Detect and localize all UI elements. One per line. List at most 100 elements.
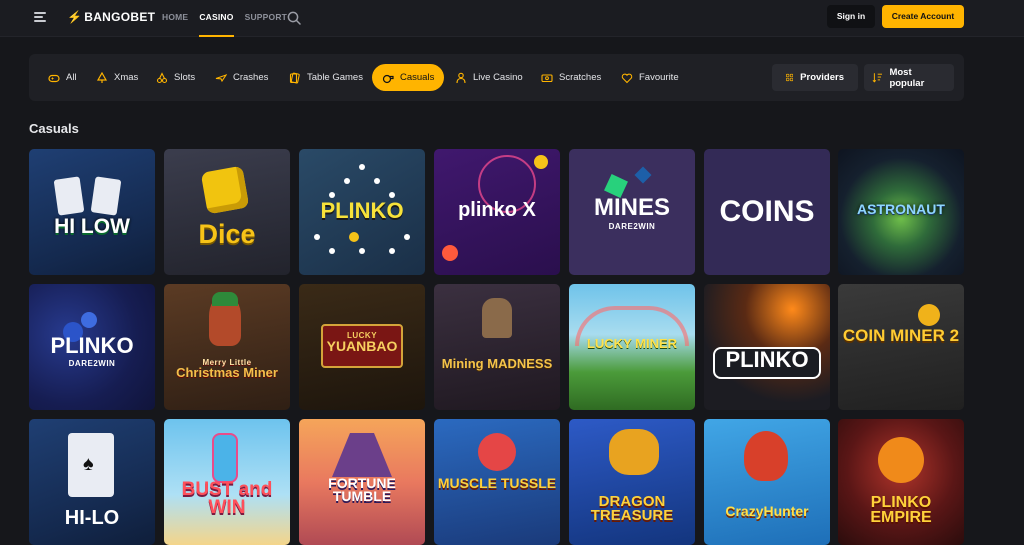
game-title: COIN MINER 2 bbox=[842, 326, 960, 345]
create-account-button[interactable]: Create Account bbox=[882, 5, 964, 28]
game-tile-mining-madness[interactable]: Mining MADNESS bbox=[434, 284, 560, 410]
section-title: Casuals bbox=[29, 121, 79, 136]
game-title: Merry Little Christmas Miner bbox=[176, 358, 278, 380]
category-bar: All Xmas Slots Crashes Table Games Casua… bbox=[29, 54, 964, 101]
coin bbox=[534, 155, 548, 169]
game-tile-plinko-dare2win[interactable]: PLINKO DARE2WIN bbox=[29, 284, 155, 410]
basketball bbox=[878, 437, 924, 483]
dice-cube bbox=[200, 165, 250, 215]
game-title: HI-LO bbox=[64, 507, 120, 529]
game-title: ASTRONAUT bbox=[857, 201, 945, 217]
game-tile-lucky-miner[interactable]: LUCKY MINER bbox=[569, 284, 695, 410]
providers-button[interactable]: Providers bbox=[772, 64, 858, 91]
game-tile-bust-and-win[interactable]: BUST and WIN bbox=[164, 419, 290, 545]
bolt-icon: ⚡ bbox=[67, 10, 83, 24]
providers-label: Providers bbox=[800, 72, 844, 83]
nav-home[interactable]: HOME bbox=[162, 0, 188, 37]
tree-icon bbox=[96, 71, 108, 83]
gem bbox=[634, 166, 652, 184]
search-icon[interactable] bbox=[287, 11, 301, 25]
game-title: LUCKY MINER bbox=[586, 336, 678, 351]
category-all[interactable]: All bbox=[38, 64, 87, 91]
game-tile-crazy-hunter[interactable]: CrazyHunter bbox=[704, 419, 830, 545]
game-title: FORTUNE TUMBLE bbox=[328, 475, 396, 505]
game-tile-plinko-x[interactable]: plinko X bbox=[434, 149, 560, 275]
dragon bbox=[609, 429, 659, 475]
category-label: Favourite bbox=[639, 72, 679, 83]
grid-icon bbox=[786, 73, 794, 82]
game-title: LUCKY YUANBAO bbox=[326, 331, 398, 354]
category-label: Casuals bbox=[400, 72, 435, 83]
game-title: PLINKO bbox=[320, 198, 404, 223]
spade-icon: ♠ bbox=[83, 453, 94, 475]
game-title: CrazyHunter bbox=[725, 503, 809, 519]
game-tile-dice[interactable]: Dice bbox=[164, 149, 290, 275]
game-tile-hi-lo[interactable]: ♠ HI-LO bbox=[29, 419, 155, 545]
card-jack bbox=[90, 176, 122, 216]
card-king bbox=[53, 176, 85, 216]
nav-support[interactable]: SUPPORT bbox=[245, 0, 288, 37]
cards-icon bbox=[289, 72, 300, 83]
game-tile-dragon-treasure[interactable]: DRAGON TREASURE bbox=[569, 419, 695, 545]
game-title: MUSCLE TUSSLE bbox=[437, 475, 557, 491]
category-crashes[interactable]: Crashes bbox=[205, 64, 278, 91]
logo[interactable]: ⚡ BANGOBET bbox=[67, 10, 155, 24]
game-tile-mines[interactable]: MINES DARE2WIN bbox=[569, 149, 695, 275]
category-live-casino[interactable]: Live Casino bbox=[445, 64, 533, 91]
category-slots[interactable]: Slots bbox=[146, 64, 205, 91]
hunter-figure bbox=[744, 431, 788, 481]
gamepad-icon bbox=[48, 74, 60, 82]
dealer-icon bbox=[456, 72, 466, 83]
category-label: Scratches bbox=[559, 72, 602, 83]
plane-icon bbox=[215, 73, 227, 82]
game-tile-plinko-2[interactable]: PLINKO bbox=[704, 284, 830, 410]
game-title: HI LOW bbox=[54, 215, 130, 238]
category-favourite[interactable]: Favourite bbox=[611, 64, 689, 91]
game-tile-coins[interactable]: COINS bbox=[704, 149, 830, 275]
top-header: ⚡ BANGOBET HOME CASINO SUPPORT Sign in C… bbox=[0, 0, 1024, 37]
category-scratches[interactable]: Scratches bbox=[531, 64, 611, 91]
game-subtitle: DARE2WIN bbox=[608, 221, 656, 231]
game-tile-hi-low[interactable]: HI LOW bbox=[29, 149, 155, 275]
game-title: plinko X bbox=[458, 199, 536, 221]
game-tile-muscle-tussle[interactable]: MUSCLE TUSSLE bbox=[434, 419, 560, 545]
game-title: PLINKO DARE2WIN bbox=[50, 333, 134, 368]
category-table-games[interactable]: Table Games bbox=[279, 64, 373, 91]
game-tile-lucky-yuanbao[interactable]: LUCKY YUANBAO bbox=[299, 284, 425, 410]
logo-text: BANGOBET bbox=[84, 10, 156, 24]
game-tile-coin-miner-2[interactable]: COIN MINER 2 bbox=[838, 284, 964, 410]
main-nav: HOME CASINO SUPPORT bbox=[162, 0, 287, 37]
pinata bbox=[212, 433, 238, 483]
game-title: PLINKO EMPIRE bbox=[870, 494, 932, 527]
category-label: Xmas bbox=[114, 72, 139, 83]
whistle-icon bbox=[382, 74, 394, 83]
game-title: PLINKO bbox=[725, 347, 809, 372]
category-label: Crashes bbox=[233, 72, 269, 83]
game-tile-astronaut[interactable]: ASTRONAUT bbox=[838, 149, 964, 275]
category-casuals[interactable]: Casuals bbox=[372, 64, 445, 91]
game-title: Dice bbox=[198, 219, 256, 249]
category-label: Table Games bbox=[307, 72, 363, 83]
signin-button[interactable]: Sign in bbox=[827, 5, 875, 28]
coin bbox=[918, 304, 940, 326]
game-tile-plinko-empire[interactable]: PLINKO EMPIRE bbox=[838, 419, 964, 545]
hamburger-menu-icon[interactable] bbox=[34, 11, 48, 23]
sort-icon bbox=[872, 73, 882, 83]
sort-label: Most popular bbox=[889, 66, 925, 89]
miner-hat bbox=[212, 292, 238, 306]
game-tile-plinko[interactable]: PLINKO bbox=[299, 149, 425, 275]
category-label: All bbox=[66, 72, 77, 83]
miner-figure bbox=[482, 298, 512, 338]
nav-casino[interactable]: CASINO bbox=[199, 0, 234, 37]
game-subtitle: DARE2WIN bbox=[68, 358, 116, 368]
game-tile-fortune-tumble[interactable]: FORTUNE TUMBLE bbox=[299, 419, 425, 545]
category-xmas[interactable]: Xmas bbox=[86, 64, 148, 91]
game-title: BUST and WIN bbox=[181, 479, 273, 519]
game-tile-christmas-miner[interactable]: Merry Little Christmas Miner bbox=[164, 284, 290, 410]
pyramid bbox=[332, 433, 392, 477]
sort-dropdown[interactable]: Most popular bbox=[864, 64, 954, 91]
game-title: MINES DARE2WIN bbox=[593, 194, 670, 231]
ball bbox=[81, 312, 97, 328]
card-spade: ♠ bbox=[68, 433, 114, 497]
heart-icon bbox=[621, 73, 633, 83]
